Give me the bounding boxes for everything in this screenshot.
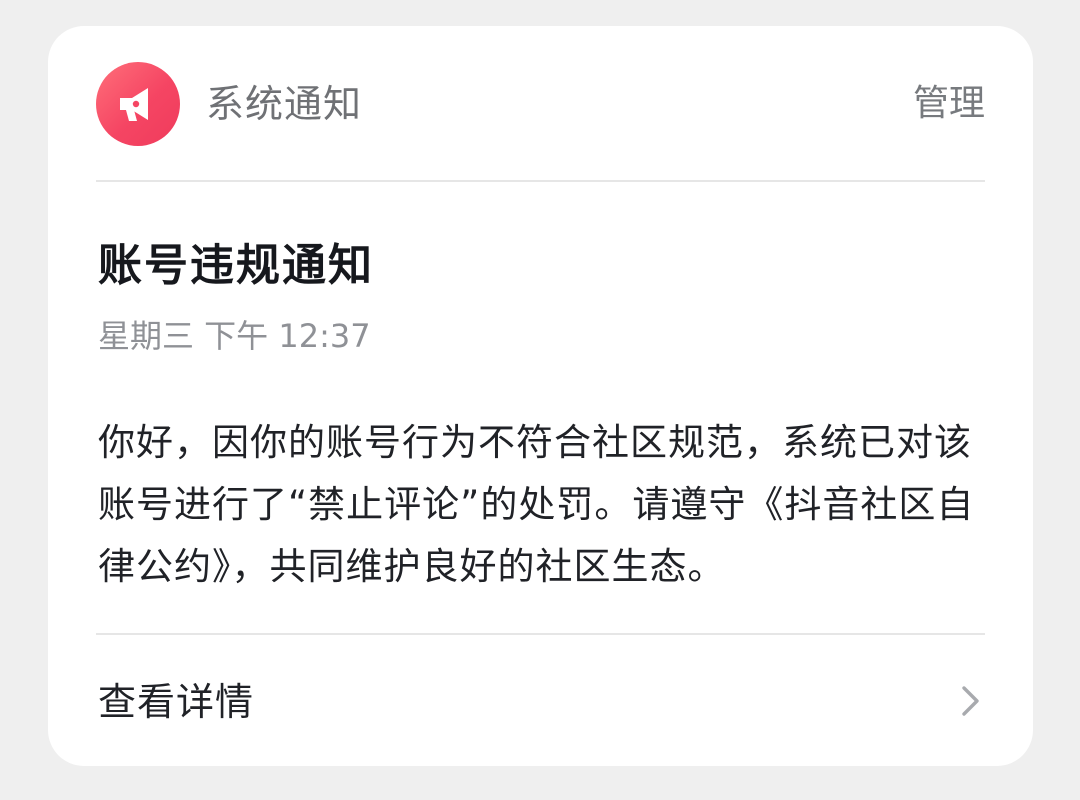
manage-button[interactable]: 管理 xyxy=(913,80,985,128)
view-details-button[interactable]: 查看详情 xyxy=(96,666,985,736)
notification-title: 账号违规通知 xyxy=(98,240,374,291)
footer-divider xyxy=(96,633,985,635)
notification-card: 系统通知 管理 账号违规通知 星期三 下午 12:37 你好，因你的账号行为不符… xyxy=(48,26,1033,766)
megaphone-icon xyxy=(96,62,180,146)
notification-header: 系统通知 管理 xyxy=(96,62,985,146)
view-details-label: 查看详情 xyxy=(98,680,255,724)
sender-name: 系统通知 xyxy=(206,82,363,126)
header-divider xyxy=(96,180,985,182)
notification-time: 星期三 下午 12:37 xyxy=(98,317,371,355)
notification-body: 你好，因你的账号行为不符合社区规范，系统已对该账号进行了“禁止评论”的处罚。请遵… xyxy=(98,421,975,588)
chevron-right-icon xyxy=(962,686,979,716)
